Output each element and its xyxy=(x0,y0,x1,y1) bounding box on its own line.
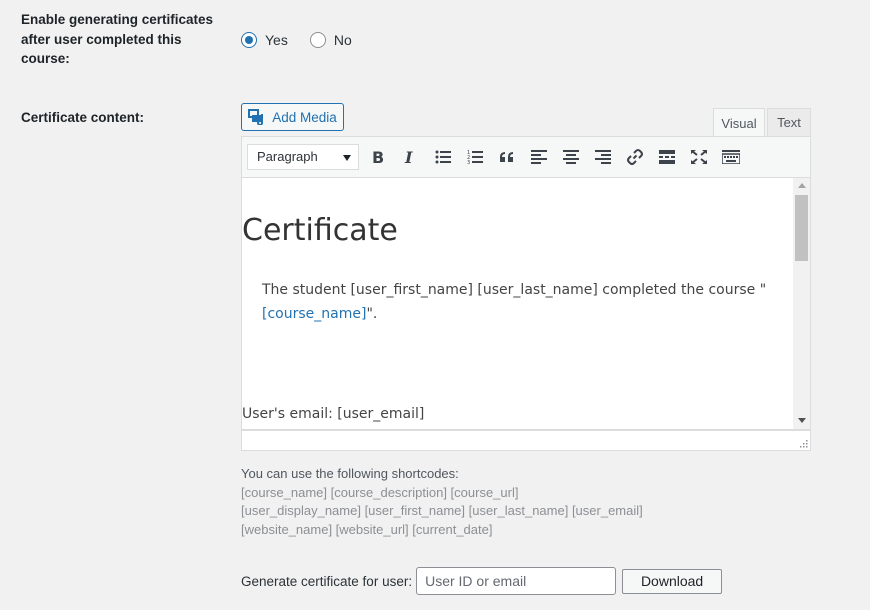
align-center-icon[interactable] xyxy=(560,146,582,168)
editor-content-area[interactable]: Certificate The student [user_first_name… xyxy=(241,178,811,430)
shortcodes-line: [user_display_name] [user_first_name] [u… xyxy=(241,503,643,518)
generate-certificate-label: Generate certificate for user: xyxy=(241,573,413,589)
radio-yes-circle[interactable] xyxy=(241,32,257,48)
radio-yes[interactable]: Yes xyxy=(241,32,288,48)
certificate-title: Certificate xyxy=(242,213,398,248)
tab-visual[interactable]: Visual xyxy=(713,108,765,138)
shortcodes-line: [website_name] [website_url] [current_da… xyxy=(241,521,493,537)
add-media-icon xyxy=(248,109,264,125)
scroll-down-arrow-icon[interactable] xyxy=(798,418,806,423)
blockquote-icon[interactable] xyxy=(496,146,518,168)
shortcodes-intro: You can use the following shortcodes: xyxy=(241,466,459,481)
enable-certificates-label: Enable generating certificates after use… xyxy=(21,12,214,66)
add-media-button[interactable]: Add Media xyxy=(241,103,344,131)
editor-toolbar: Paragraph B I 1 2 3 xyxy=(241,136,811,178)
bullet-list-icon[interactable] xyxy=(432,146,454,168)
fullscreen-icon[interactable] xyxy=(688,146,710,168)
resize-handle-icon[interactable] xyxy=(800,440,808,448)
radio-no[interactable]: No xyxy=(309,32,352,48)
align-right-icon[interactable] xyxy=(592,146,614,168)
radio-no-label[interactable]: No xyxy=(334,32,352,48)
align-left-icon[interactable] xyxy=(528,146,550,168)
italic-icon[interactable]: I xyxy=(399,146,421,168)
generate-certificate-row: Generate certificate for user: Download xyxy=(241,567,723,595)
enable-certificates-radio-group: Yes No xyxy=(241,32,374,48)
read-more-icon[interactable] xyxy=(656,146,678,168)
course-name-link[interactable]: [course_name] xyxy=(262,306,366,322)
shortcodes-line: [course_name] [course_description] [cour… xyxy=(241,484,519,500)
scroll-thumb[interactable] xyxy=(795,195,808,261)
bold-icon[interactable]: B xyxy=(367,146,389,168)
certificate-email-line: User's email: [user_email] xyxy=(242,406,425,422)
certificate-body-text: The student [user_first_name] [user_last… xyxy=(262,282,767,298)
svg-text:3: 3 xyxy=(467,160,470,164)
toolbar-toggle-icon[interactable] xyxy=(720,146,742,168)
tab-text[interactable]: Text xyxy=(767,108,811,136)
certificate-body-end: ". xyxy=(366,306,378,322)
scroll-up-arrow-icon[interactable] xyxy=(798,183,806,188)
download-button[interactable]: Download xyxy=(622,568,723,594)
radio-no-circle[interactable] xyxy=(309,32,326,48)
link-icon[interactable] xyxy=(624,146,646,168)
numbered-list-icon[interactable]: 1 2 3 xyxy=(464,146,486,168)
editor-statusbar xyxy=(241,430,811,451)
user-id-input[interactable] xyxy=(416,567,617,595)
format-select-value: Paragraph xyxy=(257,149,318,164)
editor-scrollbar[interactable] xyxy=(793,178,810,429)
add-media-label: Add Media xyxy=(272,109,337,125)
svg-text:I: I xyxy=(404,149,413,165)
certificate-content-label: Certificate content: xyxy=(21,110,145,125)
certificate-body-line: The student [user_first_name] [user_last… xyxy=(262,278,774,326)
chevron-down-icon xyxy=(343,155,351,161)
format-select[interactable]: Paragraph xyxy=(247,144,359,170)
svg-text:B: B xyxy=(372,149,384,165)
radio-yes-label[interactable]: Yes xyxy=(265,32,288,48)
shortcodes-help: You can use the following shortcodes: [c… xyxy=(241,465,643,539)
